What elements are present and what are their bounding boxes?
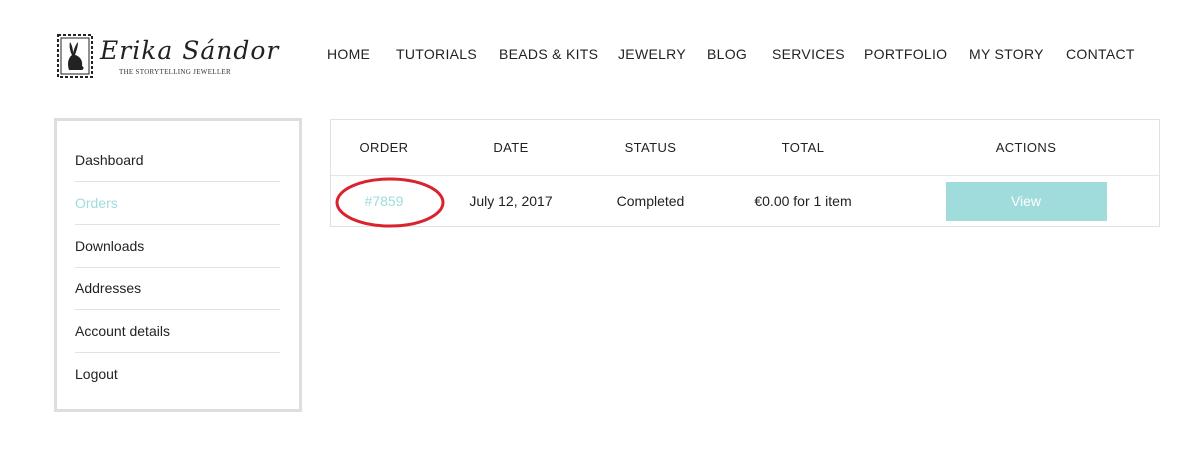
order-total: €0.00 for 1 item — [754, 193, 852, 209]
sidebar-item-account-details[interactable]: Account details — [75, 310, 280, 353]
orders-table: ORDER DATE STATUS TOTAL ACTIONS #7859 Ju… — [330, 119, 1160, 227]
order-number-cell: #7859 — [331, 176, 437, 226]
order-number-link[interactable]: #7859 — [365, 193, 404, 209]
nav-my-story[interactable]: MY STORY — [969, 46, 1044, 62]
header-date: DATE — [493, 140, 529, 155]
main-nav: HOME TUTORIALS BEADS & KITS JEWELRY BLOG… — [327, 46, 1200, 66]
header-status: STATUS — [624, 140, 677, 155]
header-order: ORDER — [359, 140, 409, 155]
header-actions: ACTIONS — [995, 140, 1057, 155]
sidebar-item-downloads[interactable]: Downloads — [75, 225, 280, 268]
sidebar-item-orders[interactable]: Orders — [75, 182, 280, 225]
order-status: Completed — [616, 193, 685, 209]
nav-beads-kits[interactable]: BEADS & KITS — [499, 46, 598, 62]
header-total: TOTAL — [781, 140, 825, 155]
site-logo[interactable]: Erika Sándor THE STORYTELLING JEWELLER — [57, 34, 278, 80]
nav-home[interactable]: HOME — [327, 46, 370, 62]
sidebar-item-logout[interactable]: Logout — [75, 352, 280, 395]
view-order-button[interactable]: View — [945, 181, 1107, 221]
brand-tagline: THE STORYTELLING JEWELLER — [119, 68, 231, 76]
brand-name: Erika Sándor — [100, 36, 280, 65]
nav-tutorials[interactable]: TUTORIALS — [396, 46, 477, 62]
nav-jewelry[interactable]: JEWELRY — [618, 46, 686, 62]
account-sidebar: Dashboard Orders Downloads Addresses Acc… — [54, 118, 302, 412]
nav-contact[interactable]: CONTACT — [1066, 46, 1135, 62]
sidebar-item-dashboard[interactable]: Dashboard — [75, 139, 280, 182]
nav-services[interactable]: SERVICES — [772, 46, 845, 62]
order-actions-cell: View — [931, 176, 1121, 226]
table-row: #7859 July 12, 2017 Completed €0.00 for … — [331, 176, 1159, 226]
sidebar-item-addresses[interactable]: Addresses — [75, 267, 280, 310]
table-header: ORDER DATE STATUS TOTAL ACTIONS — [331, 120, 1159, 176]
rabbit-stamp-icon — [57, 34, 93, 78]
nav-blog[interactable]: BLOG — [707, 46, 747, 62]
order-date: July 12, 2017 — [469, 193, 553, 209]
nav-portfolio[interactable]: PORTFOLIO — [864, 46, 947, 62]
